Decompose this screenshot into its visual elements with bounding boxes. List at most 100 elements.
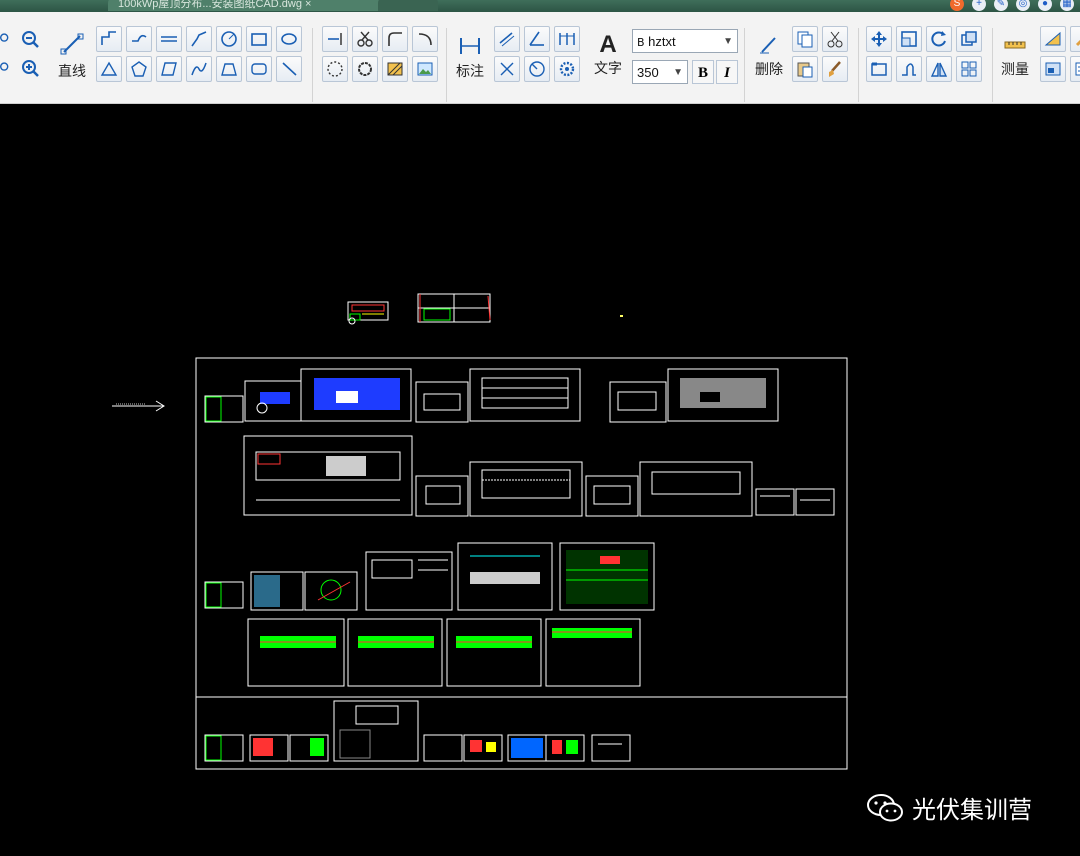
zoom-in-icon[interactable] <box>17 55 43 81</box>
trim-icon[interactable] <box>352 26 378 52</box>
dim-settings-icon[interactable] <box>554 56 580 82</box>
line-label: 直线 <box>58 63 86 79</box>
separator <box>744 28 745 102</box>
sheet-row-2 <box>243 435 835 517</box>
arrow-annotation <box>112 400 165 412</box>
sheet-row-1 <box>204 368 779 423</box>
rounded-rect-icon[interactable] <box>246 56 272 82</box>
text-icon: A <box>599 31 617 58</box>
scale-icon[interactable] <box>896 26 922 52</box>
separator <box>858 28 859 102</box>
italic-button[interactable]: I <box>716 60 738 84</box>
trapezoid-icon[interactable] <box>216 56 242 82</box>
cut-icon[interactable] <box>822 26 848 52</box>
pen-icon[interactable]: ✎ <box>994 0 1008 11</box>
delete-button[interactable]: 删除 <box>752 32 786 79</box>
rectangle-icon[interactable] <box>246 26 272 52</box>
small-drawing-left <box>347 301 389 325</box>
logo-icon: S <box>950 0 964 11</box>
fillet-icon[interactable] <box>382 26 408 52</box>
copy-icon[interactable] <box>792 26 818 52</box>
area-icon[interactable] <box>1040 26 1066 52</box>
sheet-frame <box>195 357 848 770</box>
point-marker <box>620 315 623 317</box>
zoom-out-icon[interactable] <box>17 26 43 52</box>
new-tab[interactable] <box>378 0 438 11</box>
text-style-icon: ꓐ <box>637 37 645 49</box>
freehand-icon[interactable] <box>186 56 212 82</box>
line-icon <box>60 33 84 55</box>
polyline-icon[interactable] <box>96 26 122 52</box>
chevron-down-icon: ▼ <box>673 67 683 78</box>
region-icon[interactable] <box>322 56 348 82</box>
angular-dim-icon[interactable] <box>524 26 550 52</box>
bold-button[interactable]: B <box>692 60 714 84</box>
ray-icon[interactable] <box>276 56 302 82</box>
break-icon[interactable] <box>896 56 922 82</box>
construction-line-icon[interactable] <box>186 26 212 52</box>
ellipse-icon[interactable] <box>276 26 302 52</box>
revcloud-icon[interactable] <box>352 56 378 82</box>
draw-group <box>96 26 302 82</box>
chamfer-icon[interactable] <box>412 26 438 52</box>
rotate-icon[interactable] <box>926 26 952 52</box>
extend-icon[interactable] <box>322 26 348 52</box>
line-button[interactable]: 直线 <box>56 30 88 81</box>
properties-icon[interactable] <box>1070 56 1080 82</box>
document-tab-label: 100kWp屋顶分布...安装图纸CAD.dwg × <box>118 0 312 10</box>
sheet-row-3 <box>204 542 655 611</box>
eraser-icon <box>760 37 776 54</box>
offset-icon[interactable] <box>956 26 982 52</box>
ruler-icon <box>1004 41 1026 49</box>
bookmark-icon[interactable]: + <box>972 0 986 11</box>
hatch-icon[interactable] <box>382 56 408 82</box>
zoom-group <box>0 26 43 81</box>
dimension-group <box>494 26 580 82</box>
text-button[interactable]: A 文字 <box>592 32 624 78</box>
aligned-dim-icon[interactable] <box>494 26 520 52</box>
match-properties-icon[interactable] <box>822 56 848 82</box>
spline-icon[interactable] <box>126 26 152 52</box>
watermark: 光伏集训营 <box>866 790 1032 825</box>
separator <box>312 28 313 102</box>
measure-button[interactable]: 测量 <box>998 34 1032 79</box>
layer-icon[interactable] <box>1040 56 1066 82</box>
multiline-icon[interactable] <box>156 26 182 52</box>
zoom-realtime-icon[interactable] <box>0 26 14 52</box>
chevron-down-icon: ▼ <box>723 36 733 47</box>
sheet-row-5 <box>204 700 631 762</box>
drawing-canvas[interactable] <box>0 104 1080 856</box>
dimension-label: 标注 <box>456 63 484 79</box>
transform-group <box>866 26 982 82</box>
wechat-icon <box>867 793 903 821</box>
watermark-text: 光伏集训营 <box>912 796 1032 824</box>
pentagon-icon[interactable] <box>126 56 152 82</box>
circle-icon[interactable] <box>216 26 242 52</box>
sheet-row-4 <box>247 618 641 687</box>
text-style-select[interactable]: ꓐ hztxt ▼ <box>632 29 738 53</box>
image-icon[interactable] <box>412 56 438 82</box>
clipboard-group <box>792 26 848 82</box>
triangle-icon[interactable] <box>96 56 122 82</box>
ordinate-dim-icon[interactable] <box>494 56 520 82</box>
settings-icon[interactable]: ◎ <box>1016 0 1030 11</box>
pencil-icon[interactable] <box>1070 26 1080 52</box>
measure-label: 测量 <box>1001 61 1029 77</box>
bulb-icon[interactable]: ● <box>1038 0 1052 11</box>
text-label: 文字 <box>594 60 622 76</box>
radius-dim-icon[interactable] <box>524 56 550 82</box>
dimension-button[interactable]: 标注 <box>452 32 488 81</box>
small-drawing-right <box>417 293 491 323</box>
move-icon[interactable] <box>866 26 892 52</box>
paste-icon[interactable] <box>792 56 818 82</box>
stretch-icon[interactable] <box>866 56 892 82</box>
dimension-icon <box>460 38 480 54</box>
store-icon[interactable]: ▦ <box>1060 0 1074 11</box>
continue-dim-icon[interactable] <box>554 26 580 52</box>
document-tab[interactable]: 100kWp屋顶分布...安装图纸CAD.dwg × <box>108 0 388 11</box>
zoom-window-icon[interactable] <box>0 55 14 81</box>
parallelogram-icon[interactable] <box>156 56 182 82</box>
mirror-icon[interactable] <box>926 56 952 82</box>
text-height-select[interactable]: 350 ▼ <box>632 60 688 84</box>
array-icon[interactable] <box>956 56 982 82</box>
